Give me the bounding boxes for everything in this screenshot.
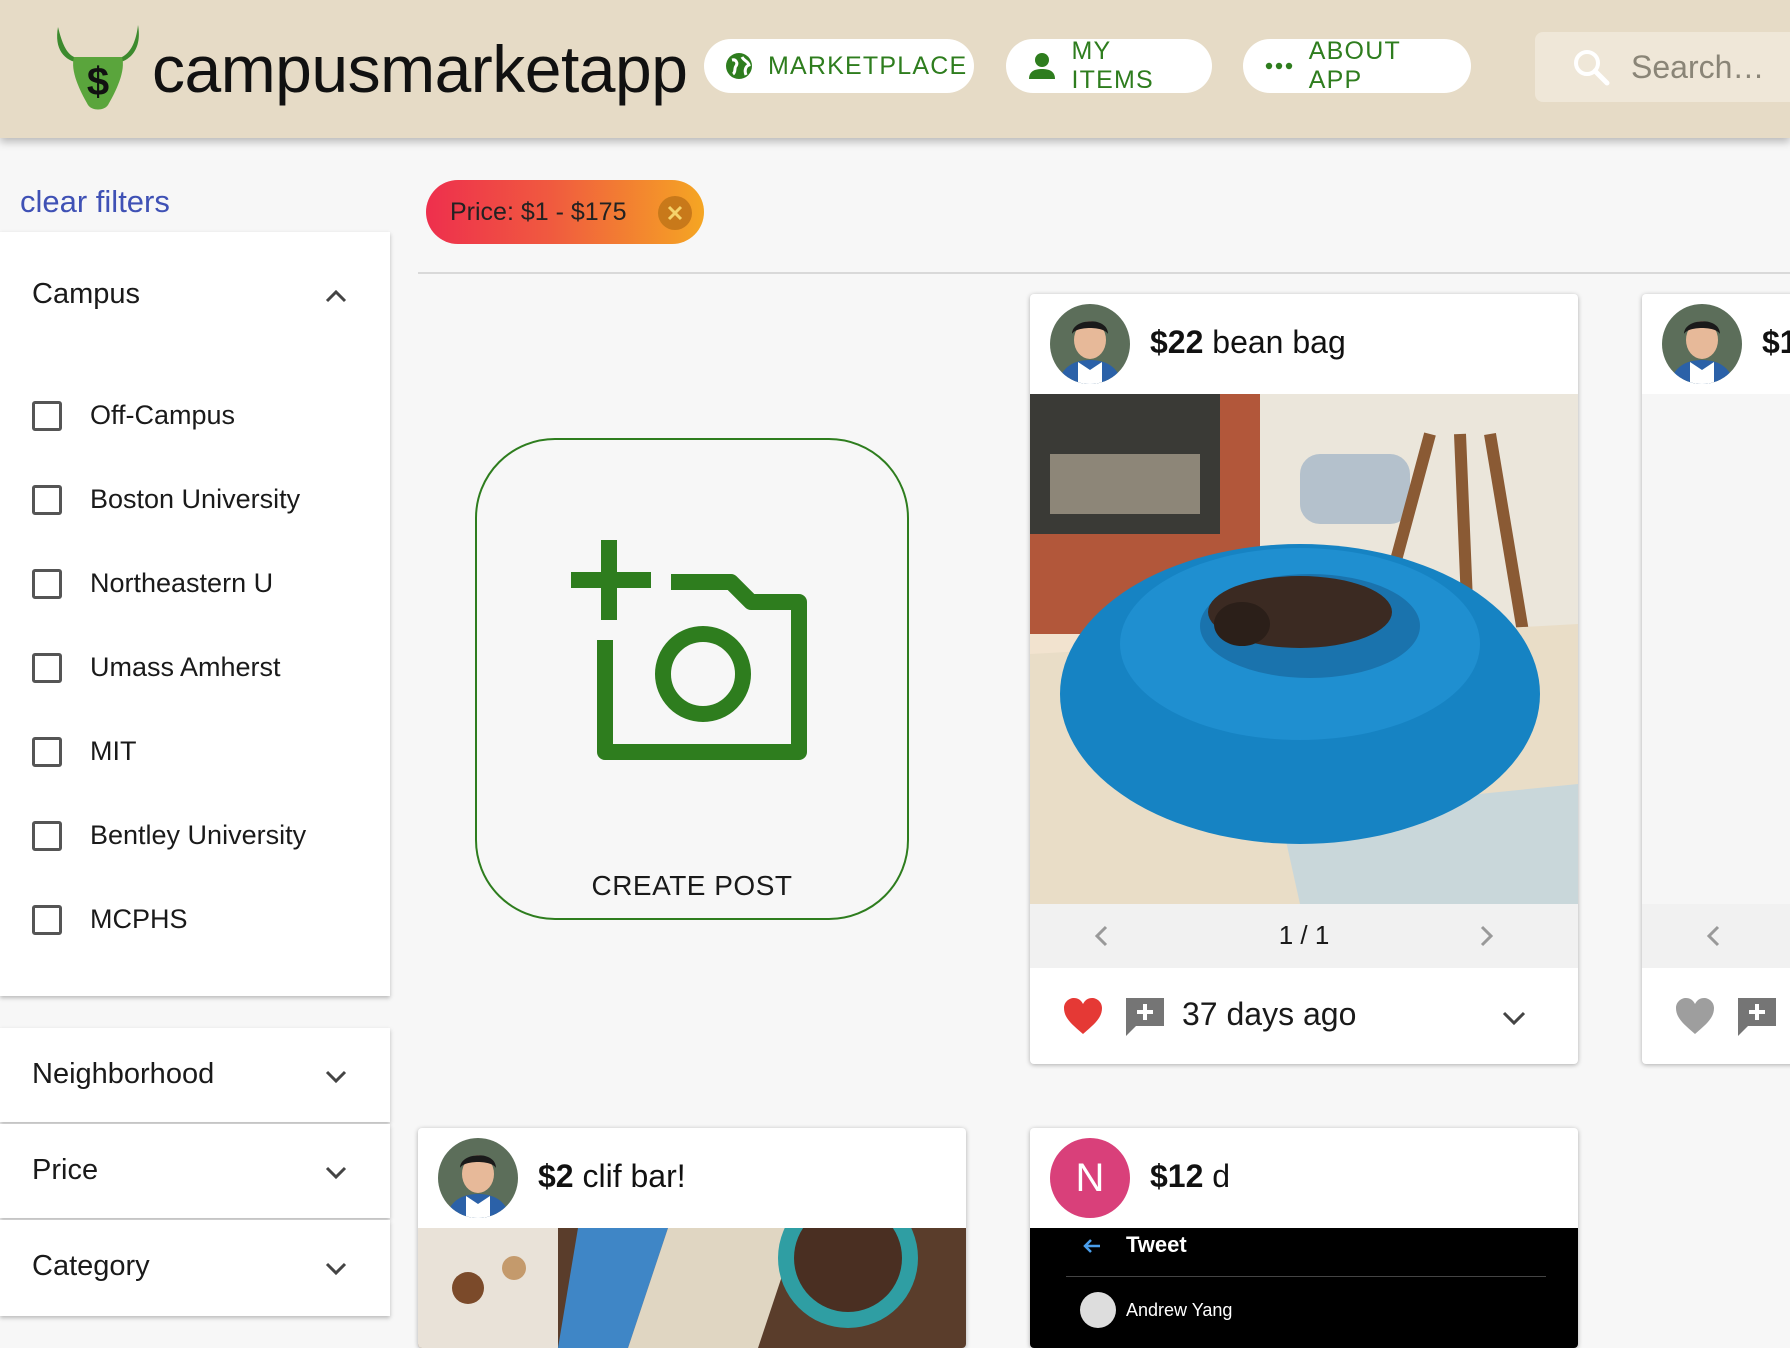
tweet-user: Andrew Yang xyxy=(1126,1300,1233,1320)
campus-option-boston-university[interactable]: Boston University xyxy=(32,484,300,515)
nav-marketplace-button[interactable]: MARKETPLACE xyxy=(704,39,974,93)
divider xyxy=(418,272,1790,274)
add-comment-icon[interactable] xyxy=(1736,996,1778,1038)
listing-card[interactable]: $2 clif bar! xyxy=(418,1128,966,1348)
campus-option-label: Off-Campus xyxy=(90,400,236,430)
search-input[interactable]: Search… xyxy=(1535,32,1790,102)
listing-price: $12 xyxy=(1150,1158,1204,1194)
bull-logo-icon: $ xyxy=(57,25,139,110)
listing-actions xyxy=(1642,968,1790,1064)
heart-icon[interactable] xyxy=(1674,996,1716,1036)
checkbox[interactable] xyxy=(32,904,62,935)
nav-my-items-button[interactable]: MY ITEMS xyxy=(1006,37,1212,94)
listing-card[interactable]: $22 bean bag 1 / 1 37 days ago xyxy=(1030,294,1578,1064)
chevron-left-icon[interactable] xyxy=(1702,924,1726,948)
listing-photo[interactable] xyxy=(1642,394,1790,904)
campus-option-label: Umass Amherst xyxy=(90,652,281,682)
campus-option-label: Boston University xyxy=(90,484,301,514)
checkbox[interactable] xyxy=(32,568,62,599)
brand-logo[interactable]: $ campusmarketapp xyxy=(52,14,688,124)
listing-price: $1 xyxy=(1762,324,1790,360)
campus-option-label: MCPHS xyxy=(90,904,188,934)
listing-title: $2 clif bar! xyxy=(538,1158,686,1195)
listing-actions: 37 days ago xyxy=(1030,968,1578,1064)
category-filter-panel[interactable]: Category xyxy=(0,1220,390,1316)
avatar[interactable] xyxy=(1050,304,1130,384)
campus-option-off-campus[interactable]: Off-Campus xyxy=(32,400,235,431)
add-photo-icon xyxy=(571,540,807,760)
search-icon xyxy=(1574,50,1610,86)
add-comment-icon[interactable] xyxy=(1124,996,1166,1038)
neighborhood-filter-title: Neighborhood xyxy=(32,1058,215,1090)
avatar[interactable] xyxy=(438,1138,518,1218)
checkbox[interactable] xyxy=(32,736,62,767)
heart-icon[interactable] xyxy=(1062,996,1104,1036)
brand-name: campusmarketapp xyxy=(152,32,688,106)
app-header: $ campusmarketapp MARKETPLACE MY ITEMS A… xyxy=(0,0,1790,138)
avatar-letter: N xyxy=(1075,1155,1105,1200)
campus-option-mcphs[interactable]: MCPHS xyxy=(32,904,188,935)
photo-pager xyxy=(1642,904,1790,968)
avatar[interactable] xyxy=(1662,304,1742,384)
checkbox[interactable] xyxy=(32,400,62,431)
nav-about-button[interactable]: ABOUT APP xyxy=(1243,37,1471,94)
arrow-back-icon xyxy=(1083,1239,1100,1253)
create-post-label: CREATE POST xyxy=(591,870,793,901)
chevron-down-icon[interactable] xyxy=(322,1062,350,1090)
globe-icon xyxy=(724,49,754,83)
listing-age: 37 days ago xyxy=(1182,996,1357,1032)
active-filter-chip: Price: $1 - $175 xyxy=(426,180,704,244)
chevron-right-icon[interactable] xyxy=(1474,924,1498,948)
campus-option-bentley[interactable]: Bentley University xyxy=(32,820,306,851)
person-icon xyxy=(1026,49,1058,83)
listing-title: $1 xyxy=(1762,324,1790,361)
expand-more-icon[interactable] xyxy=(1500,1004,1528,1032)
tweet-header: Tweet xyxy=(1126,1232,1187,1257)
create-post-button[interactable]: CREATE POST xyxy=(475,438,909,920)
avatar[interactable]: N xyxy=(1050,1138,1130,1218)
nav-my-items-label: MY ITEMS xyxy=(1071,37,1154,94)
listing-name: d xyxy=(1212,1158,1231,1194)
checkbox[interactable] xyxy=(32,652,62,683)
chevron-down-icon[interactable] xyxy=(322,1158,350,1186)
logo-dollar: $ xyxy=(87,60,109,104)
listing-title: $22 bean bag xyxy=(1150,324,1346,361)
listing-name: clif bar! xyxy=(582,1158,686,1194)
price-filter-title: Price xyxy=(32,1154,99,1186)
nav-about-label: ABOUT APP xyxy=(1308,37,1401,94)
search-placeholder: Search… xyxy=(1631,48,1765,85)
active-filter-label: Price: $1 - $175 xyxy=(450,197,627,226)
chevron-up-icon[interactable] xyxy=(322,282,350,310)
listing-photo[interactable]: Tweet Andrew Yang xyxy=(1030,1228,1578,1348)
chevron-down-icon[interactable] xyxy=(322,1254,350,1282)
category-filter-title: Category xyxy=(32,1250,150,1282)
campus-option-label: Northeastern U xyxy=(90,568,274,598)
remove-filter-icon[interactable] xyxy=(658,196,692,230)
campus-option-northeastern[interactable]: Northeastern U xyxy=(32,568,273,599)
campus-option-label: MIT xyxy=(90,736,137,766)
campus-filter-panel: Campus Off-Campus Boston University Nort… xyxy=(0,232,390,996)
tweet-avatar xyxy=(1080,1292,1116,1328)
campus-filter-title[interactable]: Campus xyxy=(32,278,140,311)
listing-photo[interactable] xyxy=(418,1188,966,1348)
nav-marketplace-label: MARKETPLACE xyxy=(768,51,968,80)
listing-card[interactable]: N $12 d Tweet Andrew Yang xyxy=(1030,1128,1578,1348)
listing-price: $22 xyxy=(1150,324,1204,360)
campus-option-umass-amherst[interactable]: Umass Amherst xyxy=(32,652,281,683)
neighborhood-filter-panel[interactable]: Neighborhood xyxy=(0,1028,390,1122)
clear-filters-link[interactable]: clear filters xyxy=(20,184,170,220)
more-horizontal-icon xyxy=(1263,49,1295,83)
listing-price: $2 xyxy=(538,1158,574,1194)
price-filter-panel[interactable]: Price xyxy=(0,1124,390,1218)
checkbox[interactable] xyxy=(32,820,62,851)
listing-photo[interactable] xyxy=(1030,394,1578,904)
photo-pager: 1 / 1 xyxy=(1030,904,1578,968)
checkbox[interactable] xyxy=(32,484,62,515)
listing-title: $12 d xyxy=(1150,1158,1230,1195)
campus-option-mit[interactable]: MIT xyxy=(32,736,137,767)
listing-name: bean bag xyxy=(1212,324,1346,360)
campus-option-label: Bentley University xyxy=(90,820,307,850)
listing-card[interactable]: $1 xyxy=(1642,294,1790,1064)
